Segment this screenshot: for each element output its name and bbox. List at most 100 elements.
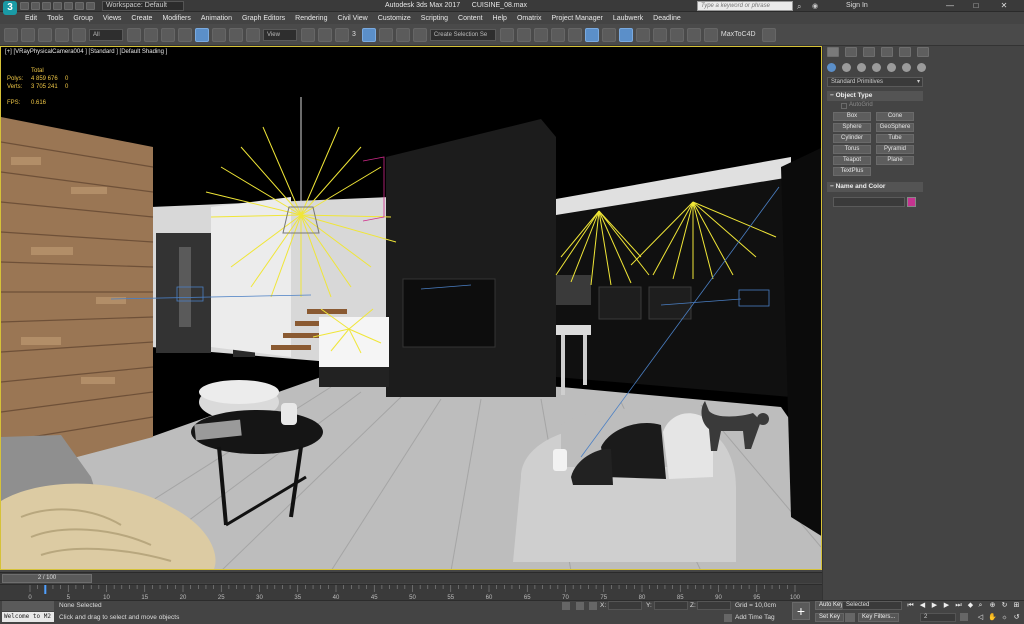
- maximize-button[interactable]: □: [966, 1, 986, 11]
- display-tab-icon[interactable]: [899, 47, 911, 57]
- keyboard-shortcut-toggle[interactable]: [335, 27, 349, 42]
- menu-rendering[interactable]: Rendering: [295, 15, 327, 22]
- shapes-icon[interactable]: [842, 62, 851, 72]
- maxtoc4d-icon[interactable]: [761, 27, 776, 42]
- geosphere-button[interactable]: GeoSphere: [876, 123, 914, 132]
- object-color-swatch[interactable]: [907, 197, 916, 207]
- menu-project-manager[interactable]: Project Manager: [551, 15, 602, 22]
- menu-customize[interactable]: Customize: [378, 15, 411, 22]
- menu-modifiers[interactable]: Modifiers: [162, 15, 190, 22]
- absolute-mode-icon[interactable]: [589, 602, 597, 610]
- workspace-dropdown[interactable]: Workspace: Default: [102, 1, 184, 11]
- schematic-view-button[interactable]: [601, 27, 616, 42]
- time-configuration-icon[interactable]: [960, 613, 968, 621]
- link-button[interactable]: [38, 27, 52, 42]
- utilities-tab-icon[interactable]: [917, 47, 929, 57]
- app-logo-icon[interactable]: 3: [3, 1, 17, 15]
- key-mode-icon[interactable]: [845, 613, 855, 622]
- redo-button[interactable]: [21, 27, 35, 42]
- undo-icon[interactable]: [53, 2, 62, 10]
- render-production-button[interactable]: [669, 27, 684, 42]
- tube-button[interactable]: Tube: [876, 134, 914, 143]
- textplus-button[interactable]: TextPlus: [833, 167, 871, 176]
- place-button[interactable]: [246, 27, 260, 42]
- mirror-button[interactable]: [499, 27, 514, 42]
- y-coordinate-field[interactable]: [654, 601, 688, 610]
- select-and-move-button[interactable]: [195, 27, 209, 42]
- pivot-center-button[interactable]: [301, 27, 315, 42]
- menu-deadline[interactable]: Deadline: [653, 15, 681, 22]
- plane-button[interactable]: Plane: [876, 156, 914, 165]
- cameras-icon[interactable]: [872, 62, 881, 72]
- isolate-selection-icon[interactable]: [562, 602, 570, 610]
- undo-button[interactable]: [4, 27, 18, 42]
- rectangular-selection-button[interactable]: [161, 27, 175, 42]
- project-icon[interactable]: [86, 2, 95, 10]
- angle-snap-button[interactable]: [361, 27, 376, 42]
- teapot-button[interactable]: Teapot: [833, 156, 871, 165]
- minimize-button[interactable]: —: [940, 1, 960, 11]
- project-folder-icon[interactable]: [75, 2, 84, 10]
- select-by-name-button[interactable]: [144, 27, 158, 42]
- edit-named-selections-button[interactable]: [412, 27, 427, 42]
- menu-views[interactable]: Views: [103, 15, 122, 22]
- new-file-icon[interactable]: [20, 2, 29, 10]
- set-key-button[interactable]: Set Key: [815, 613, 845, 622]
- next-frame-icon[interactable]: ▶: [942, 601, 951, 610]
- perspective-viewport[interactable]: [+] [VRayPhysicalCamera004 ] [Standard ]…: [0, 46, 822, 570]
- helpers-icon[interactable]: [887, 62, 896, 72]
- material-editor-button[interactable]: [618, 27, 633, 42]
- save-file-icon[interactable]: [42, 2, 51, 10]
- toggle-ribbon-button[interactable]: [567, 27, 582, 42]
- viewport-label[interactable]: [+] [VRayPhysicalCamera004 ] [Standard ]…: [5, 49, 167, 55]
- rendered-frame-window-button[interactable]: [652, 27, 667, 42]
- select-manipulate-button[interactable]: [318, 27, 332, 42]
- zoom-icon[interactable]: ⌕: [976, 601, 985, 610]
- menu-edit[interactable]: Edit: [25, 15, 37, 22]
- render-in-cloud-button[interactable]: [686, 27, 701, 42]
- sign-in-link[interactable]: Sign In: [846, 2, 868, 9]
- maxscript-listener-input[interactable]: Welcome to M2: [2, 612, 54, 622]
- search-icon[interactable]: ⌕: [797, 2, 807, 11]
- object-type-rollout[interactable]: − Object Type: [827, 91, 923, 101]
- toggle-layer-explorer-button[interactable]: [550, 27, 565, 42]
- zoom-all-icon[interactable]: ⊕: [988, 601, 997, 610]
- menu-scripting[interactable]: Scripting: [421, 15, 448, 22]
- snap-toggle-label[interactable]: 3: [352, 31, 356, 38]
- go-to-end-icon[interactable]: ⏭: [954, 601, 963, 610]
- autogrid-checkbox[interactable]: [841, 103, 847, 109]
- menu-laubwerk[interactable]: Laubwerk: [613, 15, 643, 22]
- curve-editor-button[interactable]: [584, 27, 599, 42]
- cone-button[interactable]: Cone: [876, 112, 914, 121]
- time-tag-icon[interactable]: [724, 614, 732, 622]
- bind-spacewarp-button[interactable]: [72, 27, 86, 42]
- time-slider-thumb[interactable]: 2 / 100: [2, 574, 92, 583]
- roll-camera-icon[interactable]: ↺: [1012, 613, 1021, 622]
- select-and-scale-button[interactable]: [229, 27, 243, 42]
- close-button[interactable]: ✕: [994, 1, 1014, 11]
- field-of-view-icon[interactable]: ◁: [976, 613, 985, 622]
- torus-button[interactable]: Torus: [833, 145, 871, 154]
- unlink-button[interactable]: [55, 27, 69, 42]
- geometry-icon[interactable]: [827, 62, 836, 72]
- key-selection-dropdown[interactable]: Selected: [842, 601, 902, 610]
- key-mode-toggle-icon[interactable]: ◆: [966, 601, 975, 610]
- menu-content[interactable]: Content: [458, 15, 483, 22]
- window-crossing-button[interactable]: [178, 27, 192, 42]
- selection-lock-icon[interactable]: [576, 602, 584, 610]
- orbit-icon[interactable]: ↻: [1000, 601, 1009, 610]
- search-input[interactable]: Type a keyword or phrase: [697, 1, 793, 11]
- align-button[interactable]: [516, 27, 531, 42]
- menu-graph-editors[interactable]: Graph Editors: [242, 15, 285, 22]
- z-coordinate-field[interactable]: [697, 601, 731, 610]
- reference-coord-dropdown[interactable]: View: [263, 28, 297, 41]
- current-frame-field[interactable]: 2: [920, 613, 956, 622]
- pyramid-button[interactable]: Pyramid: [876, 145, 914, 154]
- menu-civil-view[interactable]: Civil View: [337, 15, 367, 22]
- cylinder-button[interactable]: Cylinder: [833, 134, 871, 143]
- redo-icon[interactable]: [64, 2, 73, 10]
- play-icon[interactable]: ▶: [930, 601, 939, 610]
- menu-create[interactable]: Create: [131, 15, 152, 22]
- set-keys-button[interactable]: +: [792, 602, 810, 620]
- systems-icon[interactable]: [917, 62, 926, 72]
